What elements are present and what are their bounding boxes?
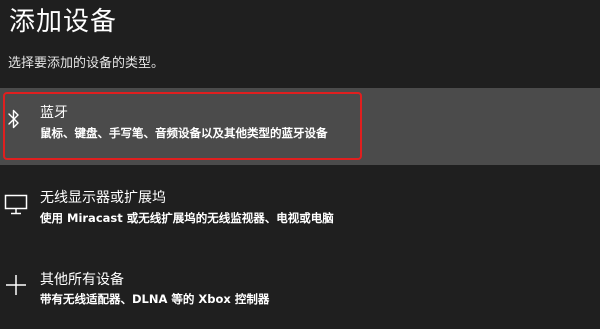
add-device-dialog: 添加设备 选择要添加的设备的类型。 蓝牙 鼠标、键盘、手写笔、音频设备以及其他类… xyxy=(0,0,600,329)
other-devices-option-description: 带有无线适配器、DLNA 等的 Xbox 控制器 xyxy=(40,292,270,306)
plus-icon xyxy=(5,274,27,300)
other-devices-option-label: 其他所有设备 xyxy=(40,272,124,288)
wireless-display-option-label: 无线显示器或扩展坞 xyxy=(40,190,166,206)
dialog-subtitle: 选择要添加的设备的类型。 xyxy=(8,56,165,71)
wireless-display-option[interactable]: 无线显示器或扩展坞 使用 Miracast 或无线扩展坞的无线监视器、电视或电脑 xyxy=(0,176,600,236)
dialog-title: 添加设备 xyxy=(9,7,118,37)
wireless-display-option-description: 使用 Miracast 或无线扩展坞的无线监视器、电视或电脑 xyxy=(40,211,334,225)
monitor-icon xyxy=(4,194,28,220)
other-devices-option[interactable]: 其他所有设备 带有无线适配器、DLNA 等的 Xbox 控制器 xyxy=(0,258,600,318)
bluetooth-option-description: 鼠标、键盘、手写笔、音频设备以及其他类型的蓝牙设备 xyxy=(40,126,328,140)
bluetooth-option[interactable]: 蓝牙 鼠标、键盘、手写笔、音频设备以及其他类型的蓝牙设备 xyxy=(0,88,600,165)
bluetooth-option-label: 蓝牙 xyxy=(40,105,68,121)
bluetooth-icon xyxy=(7,108,21,136)
